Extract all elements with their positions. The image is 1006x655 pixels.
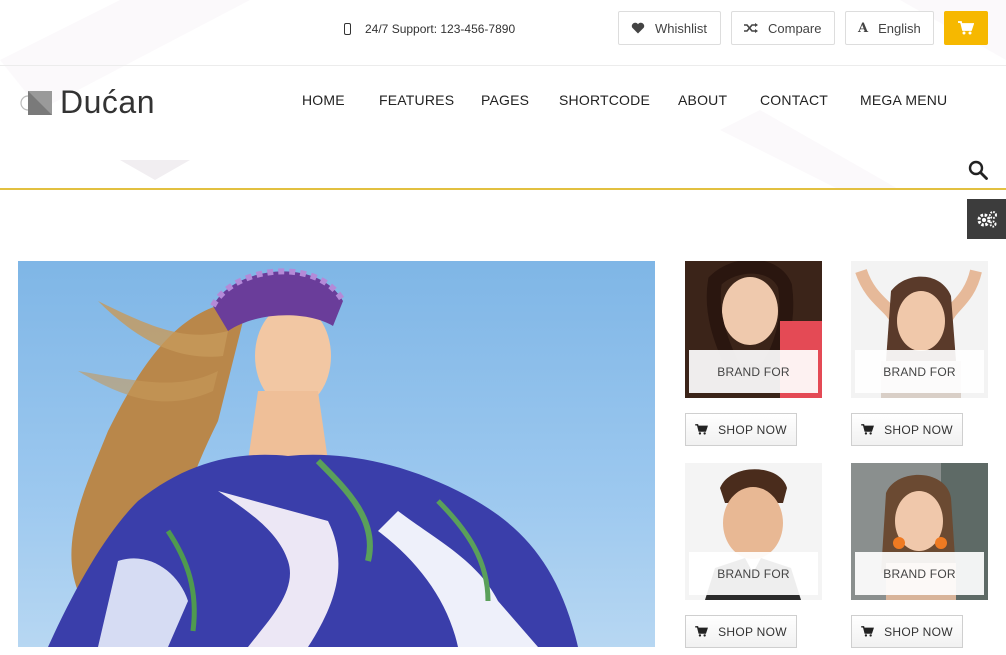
wishlist-label: Whishlist bbox=[655, 20, 708, 36]
cart-icon bbox=[958, 21, 974, 35]
shuffle-icon bbox=[744, 23, 758, 33]
product-card-label: BRAND FOR bbox=[855, 552, 984, 595]
support-info: 24/7 Support: 123-456-7890 bbox=[344, 22, 515, 36]
product-card-label: BRAND FOR bbox=[855, 350, 984, 393]
search-icon[interactable] bbox=[968, 160, 988, 180]
hero-banner-image[interactable] bbox=[18, 261, 655, 647]
logo-mark-icon bbox=[20, 90, 52, 115]
nav-shortcode[interactable]: SHORTCODE bbox=[559, 92, 650, 108]
gears-icon bbox=[977, 211, 997, 228]
product-card-label: BRAND FOR bbox=[689, 552, 818, 595]
nav-contact[interactable]: CONTACT bbox=[760, 92, 828, 108]
language-icon: A bbox=[858, 20, 869, 36]
shop-now-label: SHOP NOW bbox=[884, 624, 953, 639]
nav-mega-menu[interactable]: MEGA MENU bbox=[860, 92, 947, 108]
product-card[interactable]: BRAND FOR bbox=[851, 261, 988, 398]
language-button[interactable]: A English bbox=[845, 11, 934, 45]
phone-icon bbox=[344, 23, 351, 35]
cart-icon bbox=[695, 626, 709, 637]
hero-illustration bbox=[48, 268, 578, 647]
language-label: English bbox=[878, 20, 921, 36]
site-logo[interactable]: Dućan bbox=[20, 84, 155, 121]
cart-button[interactable] bbox=[944, 11, 988, 45]
nav-pages[interactable]: PAGES bbox=[481, 92, 529, 108]
shop-now-label: SHOP NOW bbox=[884, 422, 953, 437]
shop-now-label: SHOP NOW bbox=[718, 422, 787, 437]
nav-about[interactable]: ABOUT bbox=[678, 92, 727, 108]
heart-icon bbox=[631, 22, 645, 34]
cart-icon bbox=[695, 424, 709, 435]
wishlist-button[interactable]: Whishlist bbox=[618, 11, 721, 45]
compare-button[interactable]: Compare bbox=[731, 11, 835, 45]
cart-icon bbox=[861, 424, 875, 435]
nav-home[interactable]: HOME bbox=[302, 92, 345, 108]
product-card-label: BRAND FOR bbox=[689, 350, 818, 393]
product-card[interactable]: BRAND FOR bbox=[685, 463, 822, 600]
shop-now-label: SHOP NOW bbox=[718, 624, 787, 639]
nav-features[interactable]: FEATURES bbox=[379, 92, 454, 108]
compare-label: Compare bbox=[768, 20, 822, 36]
top-bar: 24/7 Support: 123-456-7890 Whishlist Com… bbox=[0, 0, 1006, 66]
support-text: 24/7 Support: 123-456-7890 bbox=[365, 22, 516, 36]
shop-now-button[interactable]: SHOP NOW bbox=[685, 413, 797, 446]
shop-now-button[interactable]: SHOP NOW bbox=[851, 615, 963, 648]
cart-icon bbox=[861, 626, 875, 637]
header-divider bbox=[0, 188, 1006, 190]
logo-text: Dućan bbox=[60, 84, 155, 120]
product-card[interactable]: BRAND FOR bbox=[851, 463, 988, 600]
shop-now-button[interactable]: SHOP NOW bbox=[685, 615, 797, 648]
product-card[interactable]: BRAND FOR bbox=[685, 261, 822, 398]
settings-toggle-button[interactable] bbox=[967, 199, 1006, 239]
shop-now-button[interactable]: SHOP NOW bbox=[851, 413, 963, 446]
